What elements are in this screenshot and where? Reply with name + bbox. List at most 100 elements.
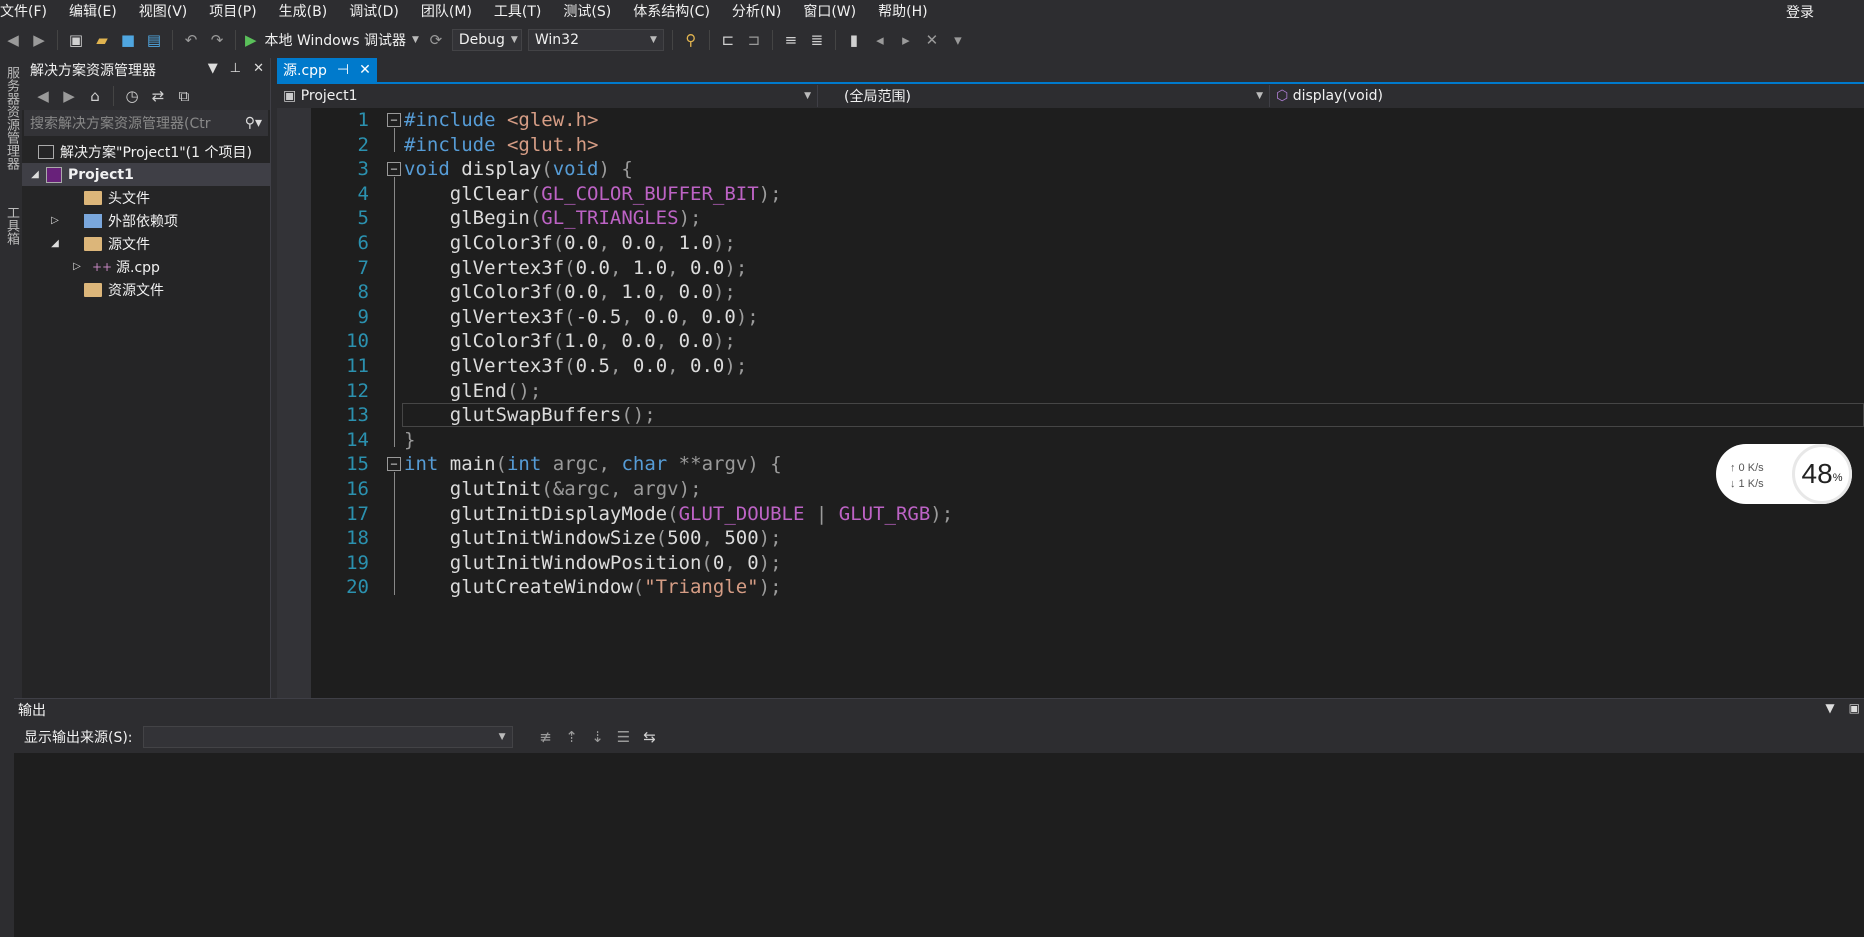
pin-icon[interactable]: ⊣ (337, 62, 349, 78)
scope-dropdown[interactable]: (全局范围) ▼ (818, 85, 1270, 107)
fold-toggle-icon[interactable]: − (387, 457, 401, 472)
close-tab-icon[interactable]: ✕ (359, 62, 371, 78)
menu-item[interactable]: 窗口(W) (803, 1, 868, 21)
menu-item[interactable]: 测试(S) (563, 1, 623, 21)
find-icon[interactable]: ⚲ (680, 29, 702, 51)
next-bookmark-icon[interactable]: ▸ (895, 29, 917, 51)
code-line[interactable]: 2 #include <glut.h> (277, 133, 1864, 158)
code-line[interactable]: 19 glutInitWindowPosition(0, 0); (277, 551, 1864, 576)
expand-arrow-icon[interactable]: ▷ (48, 215, 62, 226)
fold-toggle-icon[interactable]: − (387, 162, 401, 177)
menu-item[interactable]: 工具(T) (494, 1, 553, 21)
code-line[interactable]: 18 glutInitWindowSize(500, 500); (277, 526, 1864, 551)
code-line[interactable]: 7 glVertex3f(0.0, 1.0, 0.0); (277, 256, 1864, 281)
home-icon[interactable]: ⌂ (84, 85, 106, 107)
outdent-icon[interactable]: ≣ (806, 29, 828, 51)
history-icon[interactable]: ◷ (121, 85, 143, 107)
code-line[interactable]: 17 glutInitDisplayMode(GLUT_DOUBLE | GLU… (277, 502, 1864, 527)
redo-icon[interactable]: ↷ (206, 29, 228, 51)
code-area[interactable]: 1− #include <glew.h> 2 #include <glut.h> 3− v… (277, 108, 1864, 698)
expand-arrow-icon[interactable]: ◢ (28, 169, 42, 180)
network-speed-widget[interactable]: ↑ 0 K/s ↓ 1 K/s 48% (1716, 444, 1852, 504)
search-icon[interactable]: ⚲▾ (245, 115, 262, 131)
code-line[interactable]: 20 glutCreateWindow("Triangle"); (277, 575, 1864, 600)
tree-item-resource-files[interactable]: 资源文件 (22, 278, 270, 301)
login-link[interactable]: 登录 (1786, 2, 1814, 22)
platform-select[interactable]: Win32 ▼ (527, 29, 664, 51)
tree-item-project[interactable]: ◢ Project1 (22, 163, 270, 186)
start-debugging-button[interactable]: ▶ 本地 Windows 调试器 ▼ (241, 28, 423, 52)
code-line[interactable]: 1 − #include <glew.h> (277, 108, 1864, 133)
code-line[interactable]: 16 glutInit(&argc, argv); (277, 477, 1864, 502)
close-icon[interactable]: ✕ (253, 61, 264, 76)
output-source-select[interactable]: ▼ (142, 726, 513, 748)
code-line[interactable]: 9 glVertex3f(-0.5, 0.0, 0.0); (277, 305, 1864, 330)
tree-item-external-deps[interactable]: ▷ 外部依赖项 (22, 209, 270, 232)
code-line[interactable]: 10 glColor3f(1.0, 0.0, 0.0); (277, 329, 1864, 354)
menu-item[interactable]: 团队(M) (421, 1, 484, 21)
fold-toggle-icon[interactable]: − (387, 113, 401, 127)
menu-item[interactable]: 生成(B) (279, 1, 340, 21)
code-line[interactable]: 14} (277, 428, 1864, 453)
code-line[interactable]: 3 − void display(void) { (277, 157, 1864, 182)
prev-bookmark-icon[interactable]: ◂ (869, 29, 891, 51)
server-explorer-tab[interactable]: 服务器资源管理器 (2, 66, 21, 170)
tree-item-source-cpp[interactable]: ▷ ++ 源.cpp (22, 255, 270, 278)
toolbox-tab[interactable]: 工具箱 (2, 206, 21, 245)
sync-icon[interactable]: ⇄ (147, 85, 169, 107)
code-line[interactable]: 8 glColor3f(0.0, 1.0, 0.0); (277, 280, 1864, 305)
configuration-select[interactable]: Debug ▼ (451, 29, 522, 51)
code-line[interactable]: 15 − int main(int argc, char **argv) { (277, 452, 1864, 477)
tree-item-header-files[interactable]: 头文件 (22, 186, 270, 209)
menu-item[interactable]: 帮助(H) (878, 1, 939, 21)
undo-icon[interactable]: ↶ (180, 29, 202, 51)
code-line[interactable]: 11 glVertex3f(0.5, 0.0, 0.0); (277, 354, 1864, 379)
code-line[interactable]: 4 glClear(GL_COLOR_BUFFER_BIT); (277, 182, 1864, 207)
refresh-icon[interactable]: ⟳ (425, 29, 447, 51)
output-text-area[interactable] (14, 753, 1864, 937)
back-icon[interactable]: ◀ (2, 29, 24, 51)
menu-item[interactable]: 调试(D) (349, 1, 411, 21)
back-icon[interactable]: ◀ (32, 85, 54, 107)
maximize-icon[interactable]: ▣ (1849, 701, 1860, 715)
member-dropdown[interactable]: ⬡ display(void) (1270, 85, 1864, 107)
project-dropdown[interactable]: ▣ Project1 ▼ (277, 85, 818, 107)
clear-all-icon[interactable]: ☰ (613, 726, 635, 748)
word-wrap-icon[interactable]: ⇆ (639, 726, 661, 748)
chevron-down-icon[interactable]: ▼ (412, 35, 419, 45)
expand-arrow-icon[interactable]: ▷ (70, 261, 84, 272)
forward-icon[interactable]: ▶ (58, 85, 80, 107)
bookmark-icon[interactable]: ▮ (843, 29, 865, 51)
new-project-icon[interactable]: ▣ (65, 29, 87, 51)
tree-item-solution[interactable]: 解决方案"Project1"(1 个项目) (22, 140, 270, 163)
panel-menu-icon[interactable]: ▼ (208, 61, 218, 76)
pin-icon[interactable]: ⊥ (230, 61, 241, 76)
toolbar-options-icon[interactable]: ▾ (947, 29, 969, 51)
prev-message-icon[interactable]: ⇡ (561, 726, 583, 748)
indent-icon[interactable]: ≡ (780, 29, 802, 51)
menu-item[interactable]: 编辑(E) (69, 1, 129, 21)
code-line[interactable]: 5 glBegin(GL_TRIANGLES); (277, 206, 1864, 231)
expand-arrow-icon[interactable]: ◢ (48, 238, 62, 249)
solution-search-input[interactable]: 搜索解决方案资源管理器(Ctr ⚲▾ (24, 110, 268, 136)
tree-item-source-files[interactable]: ◢ 源文件 (22, 232, 270, 255)
menu-item[interactable]: 项目(P) (209, 1, 268, 21)
find-message-icon[interactable]: ≢ (535, 726, 557, 748)
menu-item[interactable]: 分析(N) (732, 1, 793, 21)
code-line[interactable]: 12 glEnd(); (277, 379, 1864, 404)
clear-bookmarks-icon[interactable]: ✕ (921, 29, 943, 51)
save-all-icon[interactable]: ▤ (143, 29, 165, 51)
next-message-icon[interactable]: ⇣ (587, 726, 609, 748)
forward-icon[interactable]: ▶ (28, 29, 50, 51)
menu-item[interactable]: 体系结构(C) (633, 1, 722, 21)
uncomment-icon[interactable]: ⊐ (743, 29, 765, 51)
tab-source-cpp[interactable]: 源.cpp ⊣ ✕ (277, 58, 377, 82)
open-file-icon[interactable]: ▰ (91, 29, 113, 51)
code-line[interactable]: 6 glColor3f(0.0, 0.0, 1.0); (277, 231, 1864, 256)
comment-icon[interactable]: ⊏ (717, 29, 739, 51)
save-icon[interactable]: ■ (117, 29, 139, 51)
menu-item[interactable]: 文件(F) (0, 1, 59, 21)
collapse-all-icon[interactable]: ⧉ (173, 85, 195, 107)
panel-menu-icon[interactable]: ▼ (1825, 701, 1834, 715)
menu-item[interactable]: 视图(V) (139, 1, 200, 21)
